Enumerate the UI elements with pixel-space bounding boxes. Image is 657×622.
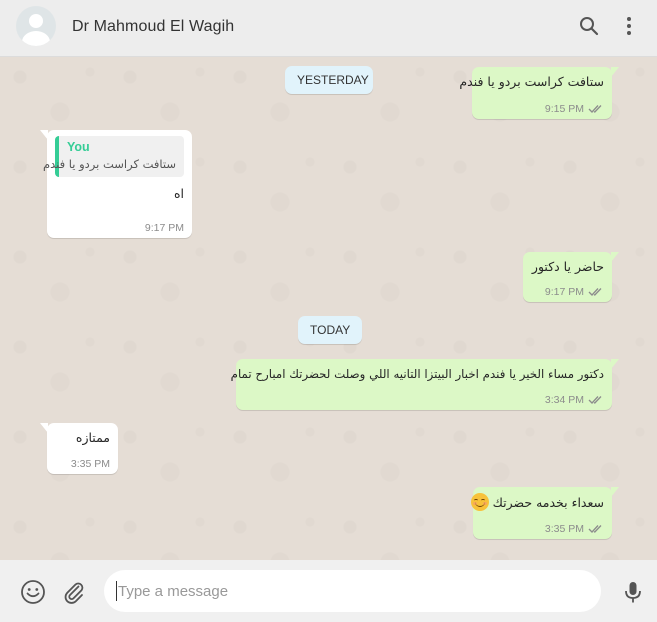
- avatar-body: [22, 31, 50, 46]
- message-time: 9:17 PM: [144, 222, 184, 234]
- message-time: 3:35 PM: [70, 458, 110, 470]
- message-meta: 3:35 PM: [545, 523, 604, 535]
- message-text: سعداء بخدمه حضرتك: [470, 493, 604, 512]
- emoji-icon[interactable]: [20, 579, 46, 605]
- message-time: 9:15 PM: [544, 103, 584, 115]
- quote-author: You: [67, 140, 90, 154]
- message-text-body: سعداء بخدمه حضرتك: [492, 495, 604, 510]
- quote-text: ستافت كراست بردو يا فندم: [42, 157, 176, 171]
- message-list[interactable]: YESTERDAY ستافت كراست بردو يا فندم 9:15 …: [0, 57, 657, 560]
- read-ticks-icon: [588, 288, 602, 296]
- message-time: 9:17 PM: [544, 286, 584, 298]
- message-text: اه: [173, 186, 184, 201]
- message-bubble-incoming[interactable]: You ستافت كراست بردو يا فندم اه 9:17 PM: [40, 130, 192, 238]
- message-meta: 9:15 PM: [545, 103, 604, 115]
- message-time: 3:34 PM: [544, 394, 584, 406]
- read-ticks-icon: [588, 105, 602, 113]
- quoted-message[interactable]: You ستافت كراست بردو يا فندم: [42, 136, 184, 177]
- mic-icon[interactable]: [620, 579, 646, 605]
- message-bubble-outgoing[interactable]: ستافت كراست بردو يا فندم 9:15 PM: [459, 67, 619, 119]
- message-meta: 9:17 PM: [545, 286, 604, 298]
- message-text: دكتور مساء الخير يا فندم اخبار البيتزا ا…: [230, 367, 604, 381]
- date-separator-yesterday: YESTERDAY: [285, 66, 373, 94]
- attach-icon[interactable]: [61, 579, 87, 605]
- message-text: ممتازه: [75, 430, 110, 445]
- message-bubble-outgoing[interactable]: سعداء بخدمه حضرتك 3:35 PM: [470, 487, 619, 539]
- search-icon[interactable]: [577, 14, 601, 38]
- message-input[interactable]: [104, 570, 601, 612]
- message-bubble-outgoing[interactable]: دكتور مساء الخير يا فندم اخبار البيتزا ا…: [230, 359, 619, 410]
- read-ticks-icon: [588, 525, 602, 533]
- message-meta: 3:35 PM: [71, 458, 110, 470]
- message-bubble-outgoing[interactable]: حاضر يا دكتور 9:17 PM: [523, 252, 619, 302]
- text-cursor: [116, 581, 117, 601]
- message-bubble-incoming[interactable]: ممتازه 3:35 PM: [40, 423, 118, 474]
- message-text: ستافت كراست بردو يا فندم: [459, 74, 604, 89]
- message-input-box[interactable]: [104, 570, 601, 612]
- chat-header: Dr Mahmoud El Wagih: [0, 0, 657, 57]
- message-text: حاضر يا دكتور: [531, 259, 604, 274]
- smiling-face-icon: [470, 493, 489, 511]
- date-separator-today: TODAY: [298, 316, 362, 344]
- menu-icon[interactable]: [617, 14, 641, 38]
- avatar[interactable]: [16, 6, 56, 46]
- composer-bar: [0, 560, 657, 622]
- message-meta: 3:34 PM: [545, 394, 604, 406]
- message-time: 3:35 PM: [544, 523, 584, 535]
- read-ticks-icon: [588, 396, 602, 404]
- avatar-head: [29, 14, 43, 28]
- message-meta: 9:17 PM: [145, 222, 184, 234]
- contact-name[interactable]: Dr Mahmoud El Wagih: [72, 18, 234, 36]
